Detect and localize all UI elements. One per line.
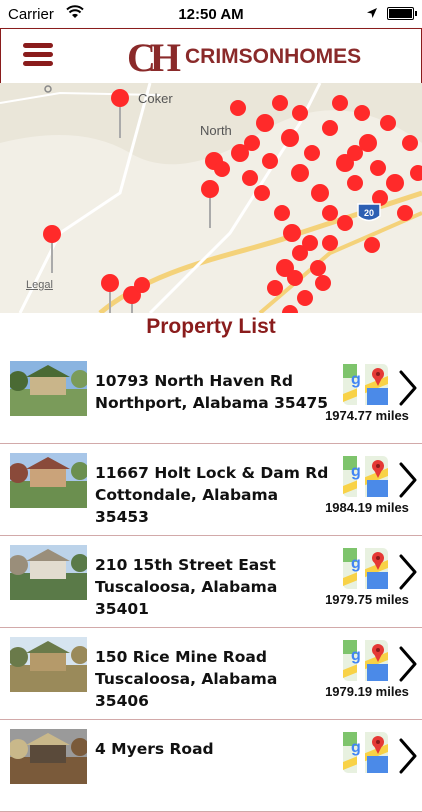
svg-text:g: g [351, 647, 361, 664]
list-item[interactable]: 11667 Holt Lock & Dam Rd Cottondale, Ala… [0, 444, 422, 536]
address-line-2: Tuscaloosa, Alabama 35401 [95, 578, 278, 618]
address-line-1: 10793 North Haven Rd [95, 372, 293, 390]
list-item[interactable]: 10793 North Haven Rd Northport, Alabama … [0, 352, 422, 444]
header-bar: CH CRIMSONHOMES [0, 28, 422, 84]
chevron-right-icon[interactable] [398, 738, 418, 774]
battery-icon [387, 7, 417, 20]
property-address: 4 Myers Road [95, 738, 335, 760]
google-maps-icon[interactable]: g [343, 548, 388, 589]
distance-label: 1984.19 miles [325, 500, 409, 515]
list-item[interactable]: 210 15th Street East Tuscaloosa, Alabama… [0, 536, 422, 628]
svg-text:g: g [351, 739, 361, 756]
property-photo [10, 453, 87, 508]
property-list: 10793 North Haven Rd Northport, Alabama … [0, 352, 422, 812]
logo-monogram: CH [127, 34, 181, 80]
svg-text:g: g [351, 555, 361, 572]
svg-text:g: g [351, 371, 361, 388]
address-line-1: 150 Rice Mine Road [95, 648, 267, 666]
property-address: 10793 North Haven Rd Northport, Alabama … [95, 370, 335, 414]
list-item[interactable]: 4 Myers Road g [0, 720, 422, 812]
property-photo [10, 361, 87, 416]
chevron-right-icon[interactable] [398, 370, 418, 406]
logo-wordmark: CRIMSONHOMES [185, 45, 362, 68]
clock: 12:50 AM [178, 6, 244, 23]
distance-label: 1974.77 miles [325, 408, 409, 423]
crimson-homes-logo: CH CRIMSONHOMES [127, 35, 362, 80]
distance-label: 1979.75 miles [325, 592, 409, 607]
interstate-shield-icon: 20 [357, 203, 381, 222]
address-line-1: 4 Myers Road [95, 740, 214, 758]
map-canvas: 20 [0, 83, 422, 313]
chevron-right-icon[interactable] [398, 646, 418, 682]
property-address: 11667 Holt Lock & Dam Rd Cottondale, Ala… [95, 462, 335, 528]
status-bar: Carrier 12:50 AM [0, 0, 422, 28]
chevron-right-icon[interactable] [398, 462, 418, 498]
address-line-2: Cottondale, Alabama 35453 [95, 486, 279, 526]
address-line-1: 11667 Holt Lock & Dam Rd [95, 464, 329, 482]
property-address: 210 15th Street East Tuscaloosa, Alabama… [95, 554, 335, 620]
map-label-north: North [200, 123, 232, 138]
location-arrow-icon [367, 8, 377, 18]
distance-label: 1979.19 miles [325, 684, 409, 699]
property-map[interactable]: 20 Coker North Legal [0, 83, 422, 313]
google-maps-icon[interactable]: g [343, 364, 388, 405]
address-line-2: Tuscaloosa, Alabama 35406 [95, 670, 278, 710]
property-photo [10, 545, 87, 600]
property-photo [10, 637, 87, 692]
property-address: 150 Rice Mine Road Tuscaloosa, Alabama 3… [95, 646, 335, 712]
google-maps-icon[interactable]: g [343, 732, 388, 773]
google-maps-icon[interactable]: g [343, 640, 388, 681]
svg-text:20: 20 [364, 208, 374, 218]
property-photo [10, 729, 87, 784]
map-label-coker: Coker [138, 91, 173, 106]
address-line-2: Northport, Alabama 35475 [95, 394, 329, 412]
google-maps-icon[interactable]: g [343, 456, 388, 497]
svg-text:g: g [351, 463, 361, 480]
page-title: Property List [146, 315, 276, 338]
hamburger-menu-button[interactable] [23, 43, 53, 67]
list-item[interactable]: 150 Rice Mine Road Tuscaloosa, Alabama 3… [0, 628, 422, 720]
legal-link[interactable]: Legal [26, 279, 53, 291]
chevron-right-icon[interactable] [398, 554, 418, 590]
address-line-1: 210 15th Street East [95, 556, 276, 574]
